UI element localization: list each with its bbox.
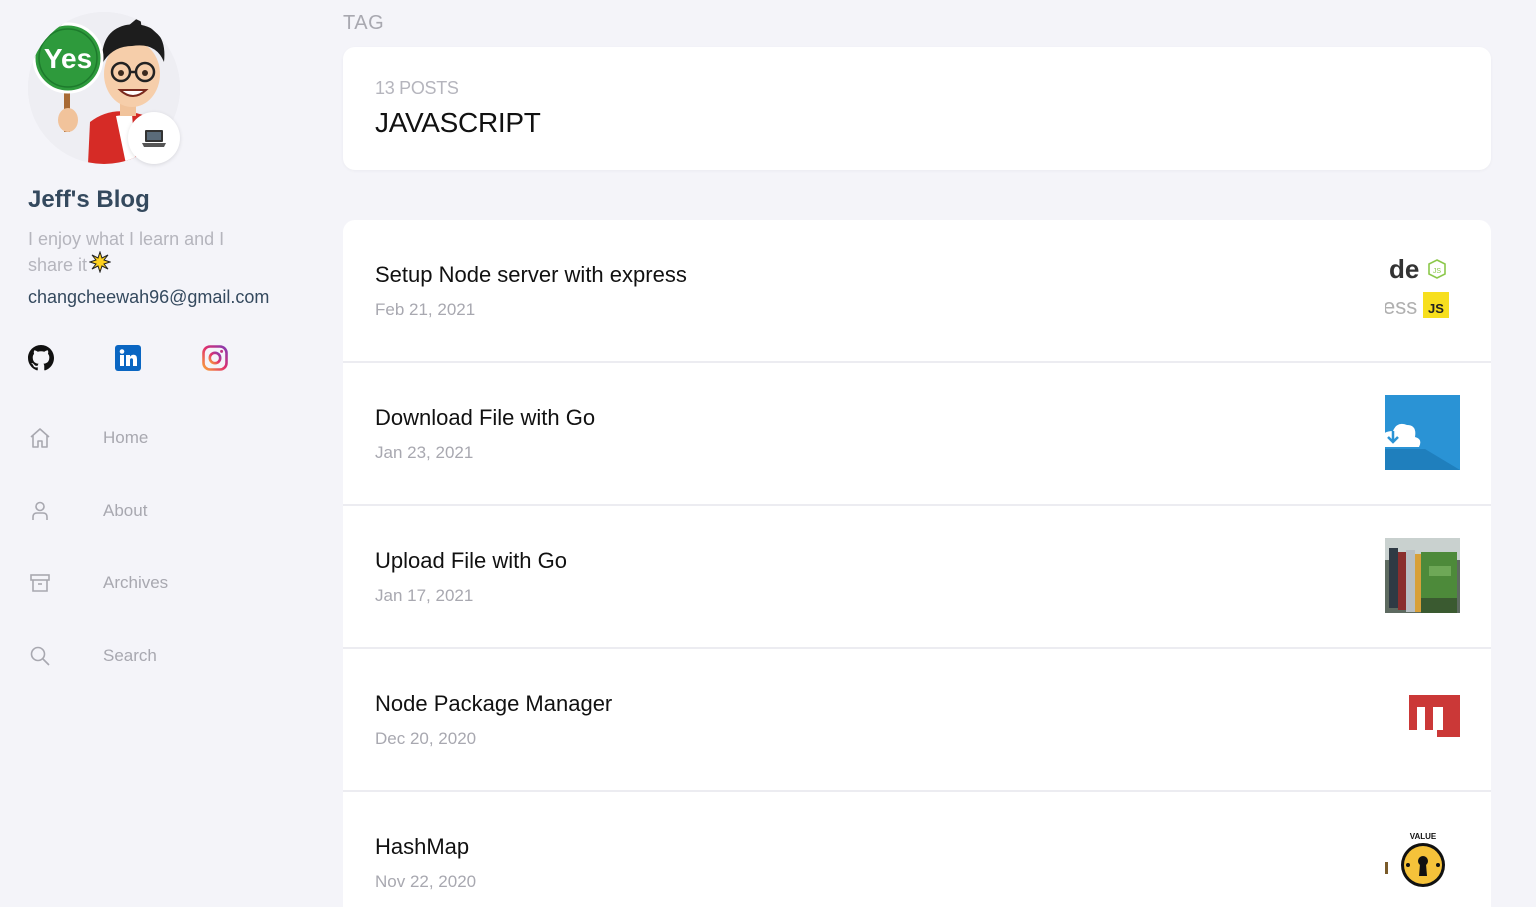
nav-label-home: Home <box>103 428 149 447</box>
post-count: 13 POSTS <box>375 78 459 98</box>
nav-label-archives: Archives <box>103 573 169 592</box>
post-title[interactable]: HashMap <box>375 834 469 860</box>
post-item[interactable]: Download File with Go Jan 23, 2021 <box>343 363 1491 506</box>
post-item[interactable]: Setup Node server with express Feb 21, 2… <box>343 220 1491 363</box>
post-date: Nov 22, 2020 <box>375 872 477 891</box>
post-title[interactable]: Download File with Go <box>375 405 595 431</box>
laptop-icon <box>142 130 166 147</box>
files-photo-thumbnail <box>1385 538 1460 613</box>
post-title[interactable]: Node Package Manager <box>375 691 612 717</box>
key-value-thumbnail: VALUE <box>1385 824 1460 899</box>
post-date: Jan 23, 2021 <box>375 443 474 462</box>
nav-item-home[interactable]: Home <box>28 420 288 456</box>
post-date: Dec 20, 2020 <box>375 729 477 748</box>
search-icon <box>30 646 50 666</box>
nav-item-about[interactable]: About <box>28 493 288 529</box>
linkedin-icon[interactable] <box>115 345 141 371</box>
blog-tagline: I enjoy what I learn and I share it <box>28 228 268 279</box>
nav-label-about: About <box>103 501 148 520</box>
post-title[interactable]: Upload File with Go <box>375 548 567 574</box>
user-icon <box>32 501 48 520</box>
tag-header-card: 13 POSTS JAVASCRIPT <box>343 47 1491 170</box>
github-icon[interactable] <box>28 345 54 371</box>
thumb-express-text: ess <box>1385 294 1417 319</box>
nav-item-search[interactable]: Search <box>28 638 288 674</box>
nav-label-search: Search <box>103 646 157 665</box>
post-date: Jan 17, 2021 <box>375 586 474 605</box>
instagram-icon[interactable] <box>202 345 228 371</box>
node-express-thumbnail: de JS ess JS <box>1385 252 1460 327</box>
thumb-js-badge: JS <box>1428 301 1444 316</box>
nav-item-archives[interactable]: Archives <box>28 565 288 601</box>
tagline-text: I enjoy what I learn and I share it <box>28 229 225 275</box>
thumb-value-text: VALUE <box>1410 832 1437 841</box>
thumb-node-text: de <box>1389 254 1419 284</box>
post-item[interactable]: HashMap Nov 22, 2020 VALUE <box>343 792 1491 907</box>
avatar-sign-text: Yes <box>44 43 92 74</box>
tag-title: JAVASCRIPT <box>375 107 541 138</box>
post-list: Setup Node server with express Feb 21, 2… <box>343 220 1491 907</box>
post-title[interactable]: Setup Node server with express <box>375 262 687 288</box>
home-icon <box>30 428 50 448</box>
svg-text:JS: JS <box>1433 268 1442 275</box>
post-date: Feb 21, 2021 <box>375 300 476 319</box>
laptop-emoji-badge <box>128 112 180 164</box>
blog-title[interactable]: Jeff's Blog <box>28 186 150 214</box>
post-item[interactable]: Upload File with Go Jan 17, 2021 <box>343 506 1491 649</box>
sidebar: Yes Jeff's Blog I enjoy what I learn and… <box>0 0 310 907</box>
sparkle-emoji-icon <box>88 250 112 279</box>
email-link[interactable]: changcheewah96@gmail.com <box>28 287 269 308</box>
post-item[interactable]: Node Package Manager Dec 20, 2020 <box>343 649 1491 792</box>
cloud-download-thumbnail <box>1385 395 1460 470</box>
npm-logo-thumbnail <box>1385 681 1460 756</box>
page-type-label: TAG <box>343 12 385 34</box>
archive-icon <box>30 574 50 592</box>
